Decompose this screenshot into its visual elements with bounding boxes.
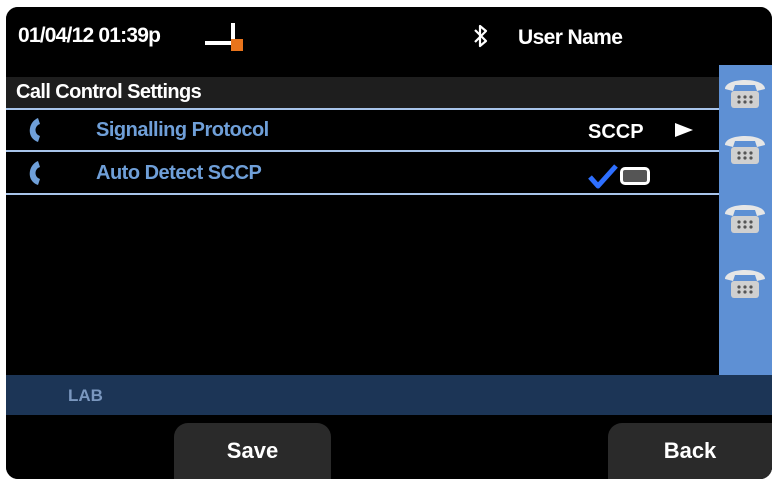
back-button[interactable]: Back xyxy=(608,423,772,479)
user-name: User Name xyxy=(518,26,623,49)
line-phone-icon[interactable] xyxy=(721,198,769,236)
softkey-bar: Save Back xyxy=(6,415,772,479)
menu-item-signalling-protocol[interactable]: Signalling Protocol SCCP xyxy=(6,110,719,152)
date-time: 01/04/12 01:39p xyxy=(18,24,161,47)
page-title: Call Control Settings xyxy=(16,81,202,103)
menu-item-label: Signalling Protocol xyxy=(96,119,269,141)
bluetooth-icon xyxy=(474,24,488,48)
line-phone-icon[interactable] xyxy=(721,73,769,111)
arrow-right-icon xyxy=(675,123,693,137)
status-bar: 01/04/12 01:39p User Name xyxy=(6,7,772,65)
line-phone-icon[interactable] xyxy=(721,263,769,301)
line-label-bar: LAB xyxy=(6,375,772,415)
row-divider xyxy=(6,193,719,195)
off-hook-phone-icon xyxy=(205,23,243,51)
save-button[interactable]: Save xyxy=(174,423,331,479)
line-label: LAB xyxy=(68,386,103,405)
line-phone-icon[interactable] xyxy=(721,129,769,167)
line-keys-sidebar xyxy=(719,65,772,375)
menu-item-auto-detect-sccp[interactable]: Auto Detect SCCP xyxy=(6,153,719,195)
row-divider xyxy=(6,150,719,152)
phone-screen: 01/04/12 01:39p User Name Call Control S… xyxy=(6,7,772,479)
auto-detect-checkbox[interactable] xyxy=(620,167,650,185)
protocol-value: SCCP xyxy=(588,121,644,143)
settings-menu: Call Control Settings Signalling Protoco… xyxy=(6,65,719,375)
menu-item-label: Auto Detect SCCP xyxy=(96,162,262,184)
phone-handset-icon xyxy=(29,118,40,142)
phone-handset-icon xyxy=(29,161,40,185)
checkmark-icon xyxy=(588,164,618,189)
menu-title-bar: Call Control Settings xyxy=(6,77,719,110)
